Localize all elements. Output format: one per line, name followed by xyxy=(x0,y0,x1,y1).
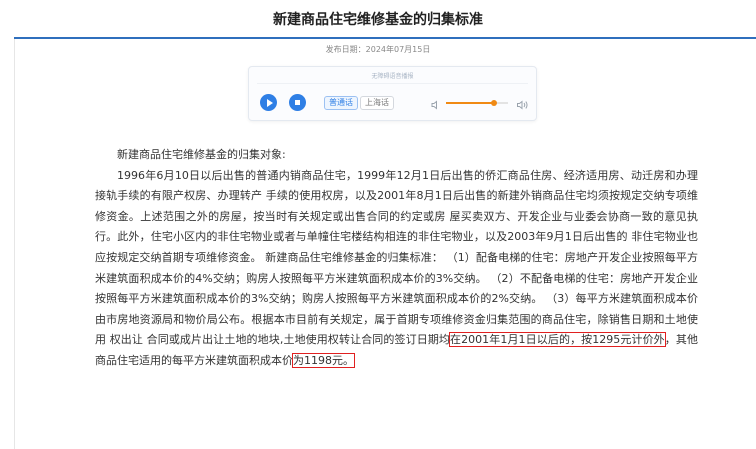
volume-low-icon[interactable] xyxy=(430,96,442,115)
stop-button[interactable] xyxy=(289,94,306,111)
play-icon xyxy=(266,98,273,107)
volume-slider-fill xyxy=(446,102,495,104)
volume-slider-knob[interactable] xyxy=(491,100,498,106)
publish-date: 发布日期：2024年07月15日 xyxy=(325,45,431,54)
lang-shanghai-button[interactable]: 上海话 xyxy=(360,96,394,110)
page-title: 新建商品住宅维修基金的归集标准 xyxy=(273,12,483,28)
player-caption: 无障碍语音播报 xyxy=(371,73,414,80)
player-divider xyxy=(257,83,528,84)
voice-broadcast-player: 无障碍语音播报 普通话 上海话 xyxy=(248,66,537,121)
stop-icon xyxy=(295,100,300,105)
title-divider xyxy=(14,37,756,39)
body-paragraph: 1996年6月10日以后出售的普通内销商品住宅，1999年12月1日后出售的侨汇… xyxy=(95,166,698,372)
body-intro: 新建商品住宅维修基金的归集对象: xyxy=(117,148,286,161)
highlight-price-1198: 为1198元。 xyxy=(292,352,355,368)
body-text: 1996年6月10日以后出售的普通内销商品住宅，1999年12月1日后出售的侨汇… xyxy=(95,168,698,347)
volume-high-icon[interactable] xyxy=(516,96,529,115)
play-button[interactable] xyxy=(260,94,277,111)
content-left-border xyxy=(14,39,15,449)
highlight-price-1295: 在2001年1月1日以后的，按1295元计价外 xyxy=(449,332,666,348)
article-body: 新建商品住宅维修基金的归集对象: 1996年6月10日以后出售的普通内销商品住宅… xyxy=(95,145,698,372)
volume-slider[interactable] xyxy=(446,100,508,106)
lang-mandarin-button[interactable]: 普通话 xyxy=(324,96,358,110)
